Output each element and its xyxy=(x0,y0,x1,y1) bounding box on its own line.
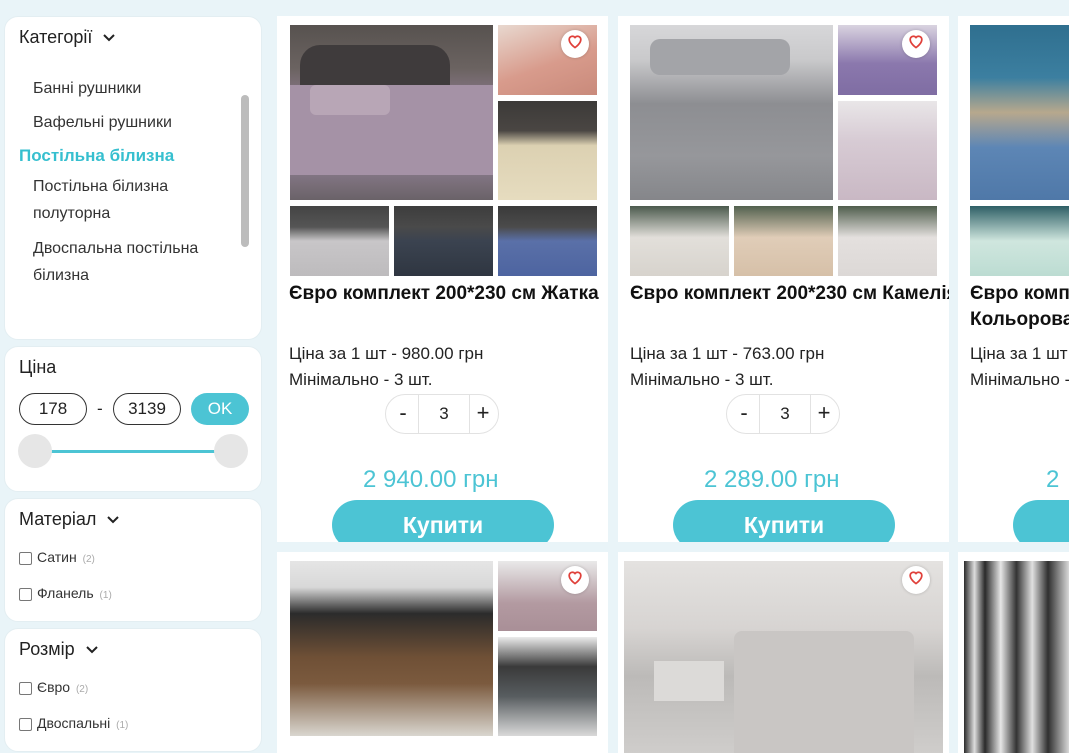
product-card: Євро комплект 200*230 см Камелія Ціна за… xyxy=(618,16,949,542)
product-thumb-image[interactable] xyxy=(630,206,729,276)
product-card xyxy=(958,552,1069,753)
price-title: Ціна xyxy=(19,357,57,377)
product-unit-price: Ціна за 1 шт - 763.00 грн xyxy=(630,344,825,363)
category-item-bed-linen[interactable]: Постільна білизна xyxy=(19,142,219,169)
size-option-double[interactable]: Двоспальні (1) xyxy=(19,715,128,731)
material-option-flannel[interactable]: Фланель (1) xyxy=(19,585,112,601)
product-total-price: 2 940.00 грн xyxy=(363,466,499,493)
price-min-input[interactable]: 178 xyxy=(19,393,87,425)
product-thumb-image[interactable] xyxy=(394,206,493,276)
size-option-euro[interactable]: Євро (2) xyxy=(19,679,88,695)
category-item-bath-towels[interactable]: Банні рушники xyxy=(33,75,233,102)
product-thumb-image[interactable] xyxy=(498,637,597,736)
buy-button[interactable]: Купити xyxy=(332,500,554,542)
product-thumb-image[interactable] xyxy=(498,206,597,276)
product-title[interactable]: Євро комплект 200*230 см Жатка xyxy=(289,282,599,306)
price-max-input[interactable]: 3139 xyxy=(113,393,181,425)
product-thumb-image[interactable] xyxy=(838,101,937,200)
categories-toggle[interactable]: Категорії xyxy=(19,27,116,48)
product-card: Євро компл Кольорова Ціна за 1 шт - Міні… xyxy=(958,16,1069,542)
product-total-price: 2 xyxy=(1046,466,1060,493)
option-count: (1) xyxy=(116,720,129,731)
qty-plus-button[interactable]: + xyxy=(468,395,498,433)
option-label: Сатин xyxy=(37,549,77,565)
product-thumb-image[interactable] xyxy=(970,206,1069,276)
product-main-image[interactable] xyxy=(964,561,1069,753)
chevron-down-icon xyxy=(107,516,120,524)
option-label: Двоспальні xyxy=(37,715,111,731)
product-main-image[interactable] xyxy=(624,561,943,753)
price-range-max-handle[interactable] xyxy=(214,434,248,468)
product-card xyxy=(618,552,949,753)
checkbox[interactable] xyxy=(19,717,32,731)
price-range-track xyxy=(35,450,231,453)
categories-scrollbar[interactable] xyxy=(241,95,249,247)
product-main-image[interactable] xyxy=(970,25,1069,200)
category-item-double-bed-linen[interactable]: Двоспальна постільна білизна xyxy=(33,235,233,289)
heart-outline-icon xyxy=(568,571,582,585)
option-count: (2) xyxy=(75,684,89,695)
qty-minus-button[interactable]: - xyxy=(388,395,418,433)
price-ok-button[interactable]: OK xyxy=(191,393,249,425)
product-main-image[interactable] xyxy=(290,25,493,200)
product-title-line[interactable]: Кольорова xyxy=(970,308,1069,332)
option-label: Фланель xyxy=(37,585,94,601)
material-toggle[interactable]: Матеріал xyxy=(19,509,120,530)
option-label: Євро xyxy=(37,679,71,695)
product-thumb-image[interactable] xyxy=(290,206,389,276)
favorite-button[interactable] xyxy=(902,566,930,594)
heart-outline-icon xyxy=(568,35,582,49)
product-card: Євро комплект 200*230 см Жатка Ціна за 1… xyxy=(277,16,608,542)
heart-outline-icon xyxy=(909,35,923,49)
checkbox[interactable] xyxy=(19,587,32,601)
buy-button[interactable]: Купити xyxy=(673,500,895,542)
product-main-image[interactable] xyxy=(290,561,493,736)
material-filter-panel: Матеріал Сатин (2) Фланель (1) xyxy=(4,498,262,622)
favorite-button[interactable] xyxy=(561,566,589,594)
option-count: (1) xyxy=(99,590,112,601)
material-option-satin[interactable]: Сатин (2) xyxy=(19,549,95,565)
price-filter-panel: Ціна 178 - 3139 OK xyxy=(4,346,262,492)
categories-title: Категорії xyxy=(19,27,93,47)
product-thumb-image[interactable] xyxy=(498,101,597,200)
checkbox[interactable] xyxy=(19,681,32,695)
qty-plus-button[interactable]: + xyxy=(809,395,839,433)
chevron-down-icon xyxy=(103,34,116,42)
qty-minus-button[interactable]: - xyxy=(729,395,759,433)
size-filter-panel: Розмір Євро (2) Двоспальні (1) xyxy=(4,628,262,752)
qty-input[interactable]: 3 xyxy=(418,395,470,433)
favorite-button[interactable] xyxy=(902,30,930,58)
product-thumb-image[interactable] xyxy=(838,206,937,276)
material-title: Матеріал xyxy=(19,509,97,529)
product-title-line[interactable]: Євро компл xyxy=(970,282,1069,306)
checkbox[interactable] xyxy=(19,551,32,565)
buy-button[interactable] xyxy=(1013,500,1069,542)
product-min-qty: Мінімально - 3 шт. xyxy=(289,370,433,389)
product-min-qty: Мінімально - xyxy=(970,370,1069,389)
product-title[interactable]: Євро комплект 200*230 см Камелія xyxy=(630,282,949,306)
product-thumb-image[interactable] xyxy=(734,206,833,276)
category-item-waffle-towels[interactable]: Вафельні рушники xyxy=(33,109,233,136)
size-title: Розмір xyxy=(19,639,75,659)
category-item-bed-linen-single[interactable]: Постільна білизна полуторна xyxy=(33,173,233,227)
product-main-image[interactable] xyxy=(630,25,833,200)
chevron-down-icon xyxy=(85,646,98,654)
favorite-button[interactable] xyxy=(561,30,589,58)
size-toggle[interactable]: Розмір xyxy=(19,639,98,660)
product-unit-price: Ціна за 1 шт - xyxy=(970,344,1069,363)
quantity-stepper: - 3 + xyxy=(385,394,499,434)
categories-panel: Категорії Банні рушники Вафельні рушники… xyxy=(4,16,262,340)
product-unit-price: Ціна за 1 шт - 980.00 грн xyxy=(289,344,484,363)
product-card xyxy=(277,552,608,753)
quantity-stepper: - 3 + xyxy=(726,394,840,434)
qty-input[interactable]: 3 xyxy=(759,395,811,433)
product-min-qty: Мінімально - 3 шт. xyxy=(630,370,774,389)
price-dash: - xyxy=(97,399,103,418)
price-range-min-handle[interactable] xyxy=(18,434,52,468)
product-total-price: 2 289.00 грн xyxy=(704,466,840,493)
heart-outline-icon xyxy=(909,571,923,585)
option-count: (2) xyxy=(82,554,95,565)
